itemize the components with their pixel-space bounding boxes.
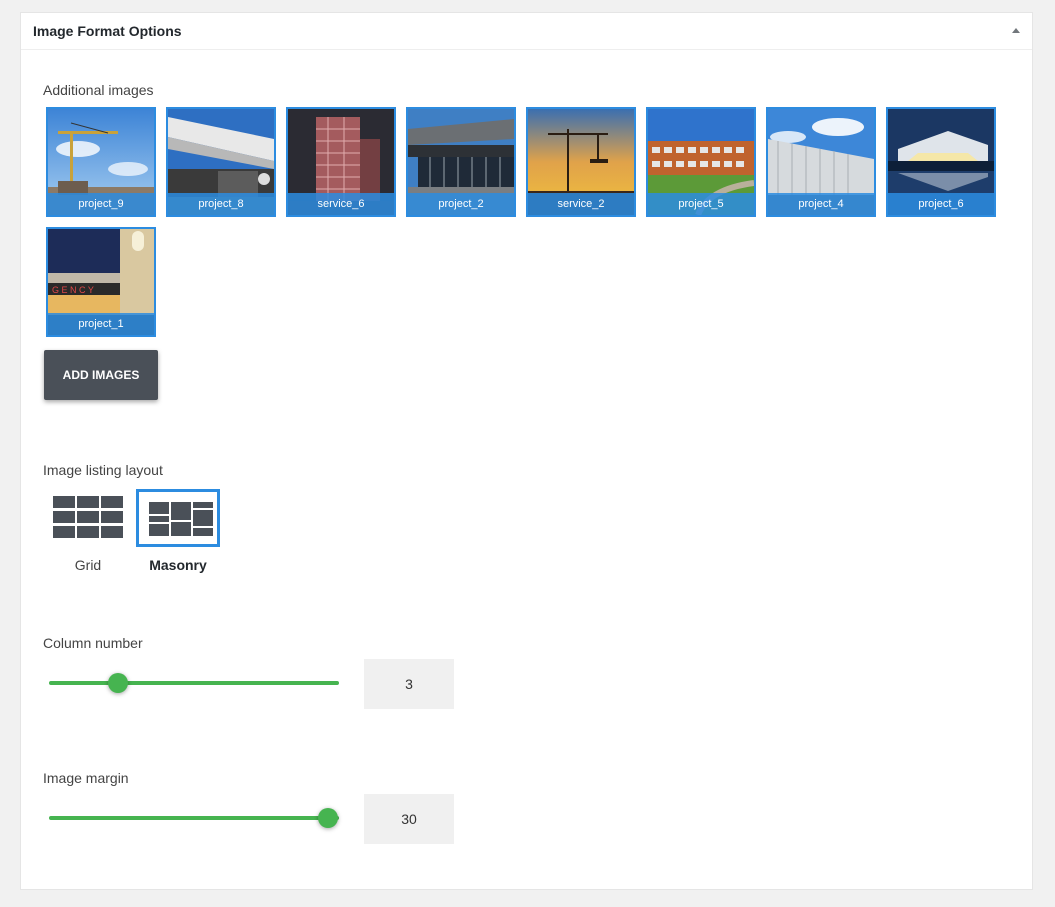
thumbnail-project-4[interactable]: project_4 xyxy=(766,107,876,217)
column-number-input[interactable]: 3 xyxy=(364,659,454,709)
image-margin-slider-thumb[interactable] xyxy=(318,808,338,828)
image-margin-slider-track[interactable] xyxy=(49,816,339,820)
masonry-layout-icon xyxy=(149,502,213,536)
image-listing-layout-label: Image listing layout xyxy=(43,462,163,478)
thumbnail-caption: service_6 xyxy=(288,193,394,215)
thumbnail-caption: service_2 xyxy=(528,193,634,215)
image-format-options-panel: Image Format Options Additional images p… xyxy=(20,12,1033,890)
grid-layout-icon xyxy=(53,496,123,538)
masonry-label: Masonry xyxy=(149,557,207,573)
thumbnail-project-1[interactable]: G E N C Y project_1 xyxy=(46,227,156,337)
thumbnail-caption: project_8 xyxy=(168,193,274,215)
column-number-label: Column number xyxy=(43,635,143,651)
thumbnail-project-8[interactable]: project_8 xyxy=(166,107,276,217)
thumbnail-caption: project_1 xyxy=(48,313,154,335)
thumbnail-caption: project_6 xyxy=(888,193,994,215)
add-images-button[interactable]: ADD IMAGES xyxy=(44,350,158,400)
thumbnail-project-5[interactable]: project_5 xyxy=(646,107,756,217)
thumbnail-caption: project_4 xyxy=(768,193,874,215)
thumbnail-project-6[interactable]: project_6 xyxy=(886,107,996,217)
layout-option-masonry[interactable]: Masonry xyxy=(133,489,223,574)
thumbnail-caption: project_2 xyxy=(408,193,514,215)
thumbnail-service-2[interactable]: service_2 xyxy=(526,107,636,217)
thumbnail-caption: project_9 xyxy=(48,193,154,215)
column-number-slider-track[interactable] xyxy=(49,681,339,685)
thumbnail-project-2[interactable]: project_2 xyxy=(406,107,516,217)
masonry-layout-box xyxy=(136,489,220,547)
thumbnail-service-6[interactable]: service_6 xyxy=(286,107,396,217)
layout-option-grid[interactable]: Grid xyxy=(43,489,133,574)
panel-title: Image Format Options xyxy=(33,23,182,39)
image-margin-label: Image margin xyxy=(43,770,129,786)
column-number-slider-thumb[interactable] xyxy=(108,673,128,693)
thumbnail-project-9[interactable]: project_9 xyxy=(46,107,156,217)
svg-text:G E N C Y: G E N C Y xyxy=(52,285,94,295)
panel-header[interactable]: Image Format Options xyxy=(21,13,1032,50)
image-margin-input[interactable]: 30 xyxy=(364,794,454,844)
collapse-arrow-icon[interactable] xyxy=(1010,25,1022,37)
grid-label: Grid xyxy=(74,557,102,573)
grid-layout-box xyxy=(46,489,130,547)
additional-images-label: Additional images xyxy=(43,82,154,98)
thumbnail-caption: project_5 xyxy=(648,193,754,215)
